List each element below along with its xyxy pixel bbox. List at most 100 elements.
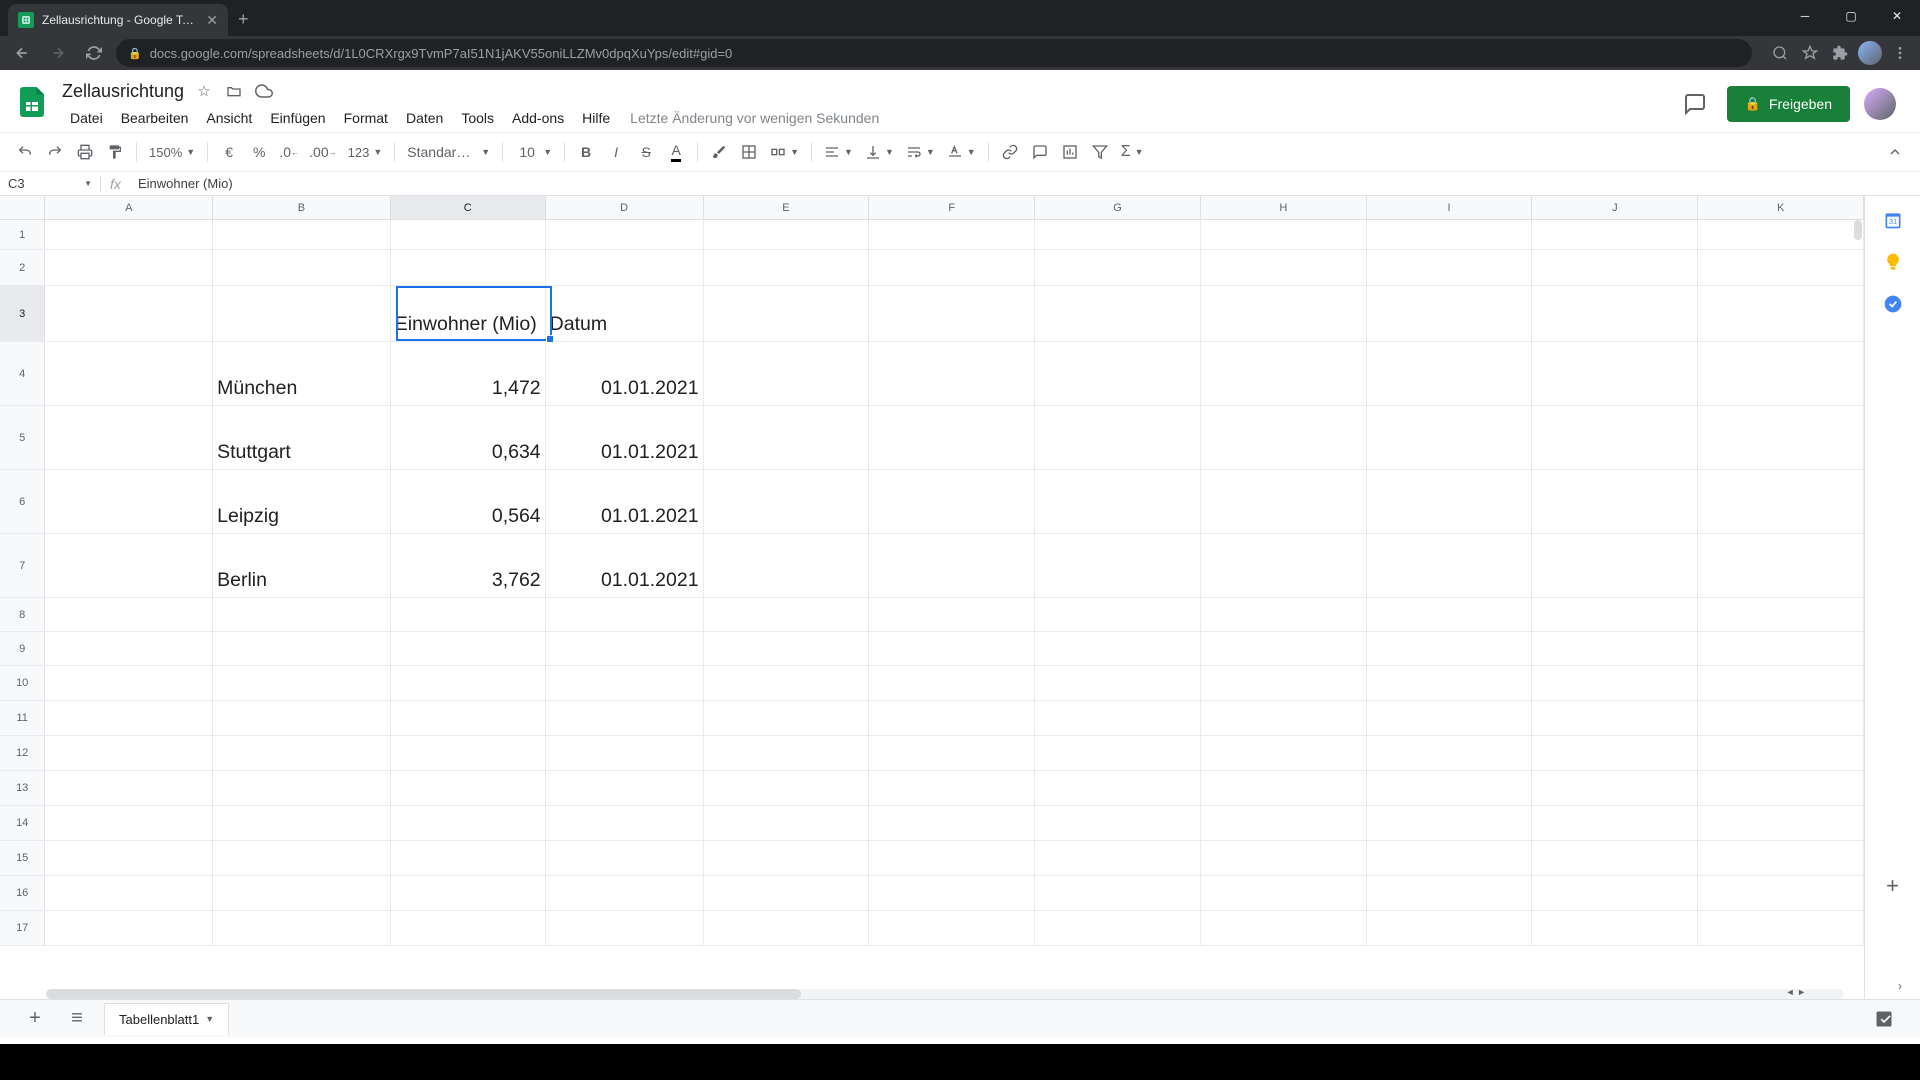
address-bar[interactable]: 🔒 docs.google.com/spreadsheets/d/1L0CRXr… xyxy=(116,39,1752,67)
cell[interactable] xyxy=(1367,911,1533,946)
cell[interactable] xyxy=(391,632,546,666)
currency-button[interactable]: € xyxy=(216,139,242,165)
cell[interactable] xyxy=(213,736,391,771)
cell[interactable] xyxy=(1367,632,1533,666)
cell[interactable] xyxy=(1532,876,1698,911)
cell[interactable] xyxy=(1035,250,1201,286)
cell[interactable] xyxy=(45,806,213,841)
menu-edit[interactable]: Bearbeiten xyxy=(113,106,197,130)
cell[interactable] xyxy=(1698,342,1864,406)
cell[interactable] xyxy=(213,286,391,342)
cell[interactable] xyxy=(45,220,213,250)
cell[interactable] xyxy=(45,841,213,876)
forward-button[interactable] xyxy=(44,39,72,67)
cell[interactable] xyxy=(213,841,391,876)
cell[interactable] xyxy=(1532,771,1698,806)
cell[interactable] xyxy=(45,911,213,946)
cell[interactable] xyxy=(1201,598,1367,632)
tab-close-icon[interactable]: ✕ xyxy=(206,12,218,29)
cell[interactable]: Datum xyxy=(546,286,704,342)
window-minimize-button[interactable]: ─ xyxy=(1782,0,1828,32)
undo-button[interactable] xyxy=(12,139,38,165)
cell[interactable] xyxy=(1532,806,1698,841)
cell[interactable] xyxy=(1698,470,1864,534)
cell[interactable] xyxy=(45,534,213,598)
merge-cells-button[interactable]: ▼ xyxy=(766,144,803,160)
cell[interactable] xyxy=(1698,220,1864,250)
new-tab-button[interactable]: + xyxy=(238,9,249,30)
column-header[interactable]: K xyxy=(1698,196,1864,219)
cell[interactable] xyxy=(1035,632,1201,666)
cell[interactable] xyxy=(391,806,546,841)
tasks-icon[interactable] xyxy=(1883,294,1903,314)
cell[interactable] xyxy=(546,736,704,771)
cell[interactable] xyxy=(1201,806,1367,841)
bookmark-icon[interactable] xyxy=(1798,41,1822,65)
cell[interactable] xyxy=(1698,632,1864,666)
cell[interactable] xyxy=(1532,286,1698,342)
cell[interactable] xyxy=(45,632,213,666)
row-header[interactable]: 8 xyxy=(0,598,45,631)
row-header[interactable]: 16 xyxy=(0,876,45,910)
row-header[interactable]: 5 xyxy=(0,406,45,469)
vertical-align-button[interactable]: ▼ xyxy=(861,144,898,160)
cell[interactable] xyxy=(1367,342,1533,406)
cell[interactable] xyxy=(704,406,870,470)
number-format-dropdown[interactable]: 123▼ xyxy=(344,145,387,160)
cell[interactable] xyxy=(45,286,213,342)
cell[interactable] xyxy=(1698,771,1864,806)
column-header[interactable]: F xyxy=(869,196,1035,219)
cell[interactable] xyxy=(1035,666,1201,701)
cell[interactable] xyxy=(704,666,870,701)
cell[interactable] xyxy=(1367,876,1533,911)
bold-button[interactable]: B xyxy=(573,139,599,165)
cell[interactable] xyxy=(1532,220,1698,250)
add-sheet-button[interactable]: + xyxy=(20,1007,50,1030)
cell[interactable]: 01.01.2021 xyxy=(546,406,704,470)
cell[interactable] xyxy=(869,876,1035,911)
cell[interactable] xyxy=(1698,666,1864,701)
cell[interactable] xyxy=(391,771,546,806)
menu-file[interactable]: Datei xyxy=(62,106,111,130)
cell[interactable] xyxy=(546,701,704,736)
hide-side-panel-button[interactable]: › xyxy=(1898,979,1902,993)
cell[interactable] xyxy=(1532,666,1698,701)
cell[interactable] xyxy=(704,598,870,632)
cell[interactable] xyxy=(1532,911,1698,946)
cell[interactable] xyxy=(1367,666,1533,701)
row-header[interactable]: 12 xyxy=(0,736,45,770)
column-header[interactable]: E xyxy=(704,196,870,219)
explore-button[interactable] xyxy=(1868,1003,1900,1035)
cell[interactable] xyxy=(1201,701,1367,736)
redo-button[interactable] xyxy=(42,139,68,165)
cell[interactable] xyxy=(1035,771,1201,806)
cell[interactable]: Leipzig xyxy=(213,470,391,534)
comments-button[interactable] xyxy=(1677,86,1713,122)
cell[interactable] xyxy=(1201,736,1367,771)
cell[interactable] xyxy=(704,841,870,876)
menu-icon[interactable] xyxy=(1888,41,1912,65)
row-header[interactable]: 10 xyxy=(0,666,45,700)
cell[interactable]: Berlin xyxy=(213,534,391,598)
share-button[interactable]: 🔒 Freigeben xyxy=(1727,86,1850,122)
cell[interactable] xyxy=(213,598,391,632)
cell[interactable] xyxy=(1367,220,1533,250)
cell[interactable] xyxy=(1201,666,1367,701)
window-close-button[interactable]: ✕ xyxy=(1874,0,1920,32)
cell[interactable] xyxy=(704,876,870,911)
horizontal-align-button[interactable]: ▼ xyxy=(820,144,857,160)
cell[interactable] xyxy=(1035,911,1201,946)
cell[interactable] xyxy=(1698,876,1864,911)
print-button[interactable] xyxy=(72,139,98,165)
cell[interactable] xyxy=(1201,876,1367,911)
cell[interactable] xyxy=(45,666,213,701)
window-maximize-button[interactable]: ▢ xyxy=(1828,0,1874,32)
column-header[interactable]: G xyxy=(1035,196,1201,219)
cell[interactable] xyxy=(546,841,704,876)
cell[interactable] xyxy=(391,250,546,286)
row-header[interactable]: 4 xyxy=(0,342,45,405)
cell[interactable] xyxy=(704,470,870,534)
cell[interactable] xyxy=(704,534,870,598)
keep-icon[interactable] xyxy=(1883,252,1903,272)
collapse-toolbar-button[interactable] xyxy=(1882,139,1908,165)
